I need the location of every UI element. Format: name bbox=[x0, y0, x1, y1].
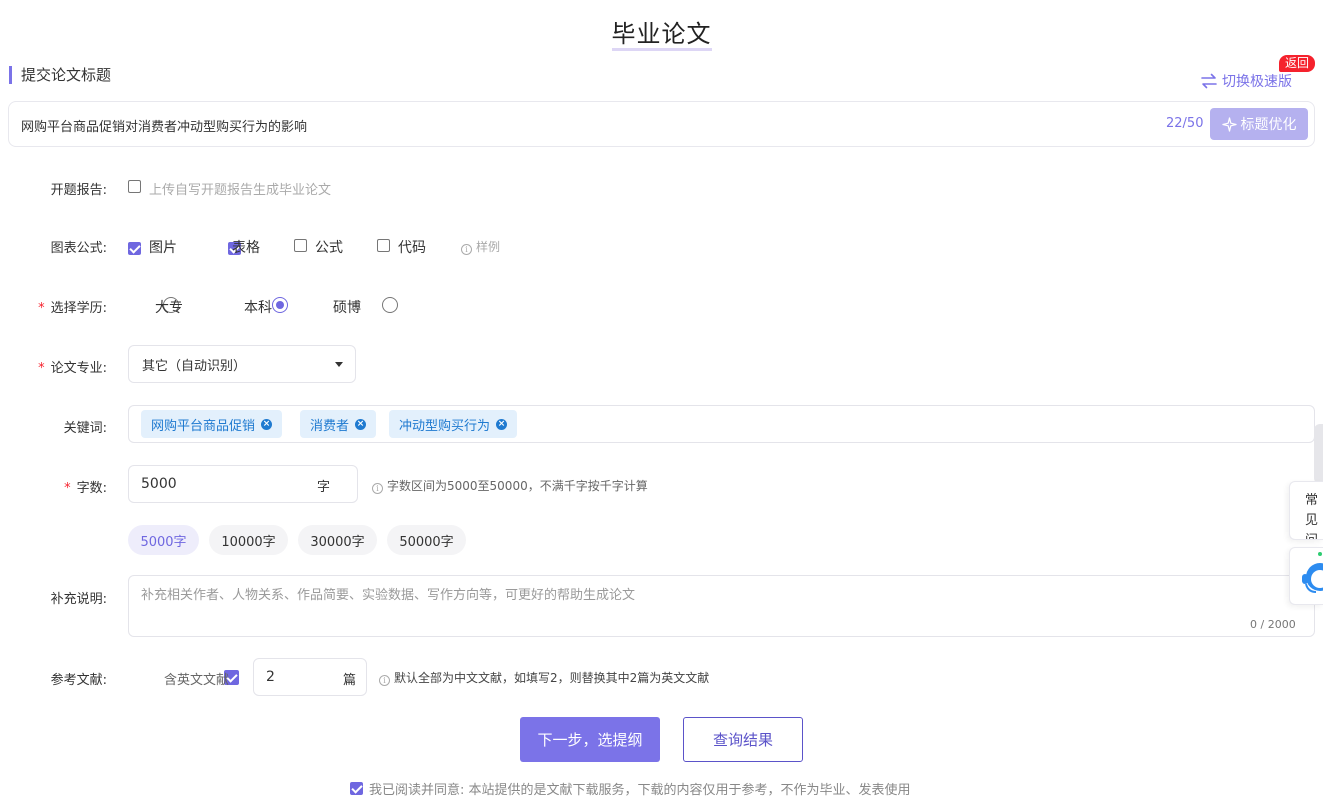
close-icon[interactable]: × bbox=[355, 418, 367, 430]
switch-label: 切换极速版 bbox=[1222, 74, 1292, 90]
figure-image-checkbox[interactable] bbox=[128, 242, 141, 255]
title-input[interactable]: 网购平台商品促销对消费者冲动型购买行为的影响 bbox=[21, 116, 307, 135]
figures-label: 图表公式: bbox=[50, 241, 107, 256]
keyword-tag: 网购平台商品促销 × bbox=[141, 410, 283, 438]
customer-service-icon bbox=[1302, 552, 1323, 593]
back-badge[interactable]: 返回 bbox=[1279, 55, 1316, 72]
degree-bachelor-label: 本科 bbox=[244, 300, 272, 316]
next-outline-button[interactable]: 下一步，选提纲 bbox=[520, 717, 660, 762]
degree-radio-bachelor[interactable] bbox=[272, 297, 289, 313]
faq-float-button[interactable]: 常见 问题 bbox=[1289, 481, 1323, 540]
supplement-label: 补充说明: bbox=[50, 592, 107, 607]
side-scroll-tab[interactable] bbox=[1314, 424, 1323, 484]
words-preset-5000[interactable]: 5000字 bbox=[128, 525, 199, 555]
keyword-tag: 冲动型购买行为 × bbox=[389, 410, 518, 438]
switch-fast-version-link[interactable]: 切换极速版 bbox=[1200, 71, 1292, 91]
words-input[interactable]: 5000 bbox=[141, 476, 177, 492]
proposal-option-text: 上传自写开题报告生成毕业论文 bbox=[149, 183, 332, 198]
words-preset-10000[interactable]: 10000字 bbox=[209, 525, 288, 555]
figure-image-label: 图片 bbox=[149, 240, 177, 256]
figure-code-label: 代码 bbox=[398, 240, 426, 256]
english-refs-input[interactable]: 2 bbox=[266, 669, 275, 685]
major-select-value: 其它（自动识别） bbox=[142, 358, 247, 374]
section-title: 提交论文标题 bbox=[9, 66, 111, 84]
title-char-count: 22/50 bbox=[1166, 116, 1204, 131]
major-label: * 论文专业: bbox=[38, 361, 107, 376]
close-icon[interactable]: × bbox=[261, 418, 273, 430]
caret-down-icon bbox=[335, 362, 343, 367]
query-result-button[interactable]: 查询结果 bbox=[683, 717, 803, 762]
agreement-checkbox[interactable] bbox=[350, 782, 363, 795]
optimize-label: 标题优化 bbox=[1240, 117, 1297, 133]
figure-formula-checkbox[interactable] bbox=[294, 239, 307, 252]
references-hint: i 默认全部为中文文献，如填写2，则替换其中2篇为英文文献 bbox=[379, 669, 709, 686]
proposal-label: 开题报告: bbox=[50, 183, 107, 198]
customer-service-float-button[interactable] bbox=[1289, 547, 1323, 605]
figure-code-checkbox[interactable] bbox=[377, 239, 390, 252]
title-optimize-button[interactable]: 标题优化 bbox=[1210, 108, 1308, 140]
keyword-tag: 消费者 × bbox=[300, 410, 377, 438]
proposal-checkbox[interactable] bbox=[128, 180, 141, 193]
supplement-placeholder: 补充相关作者、人物关系、作品简要、实验数据、写作方向等，可更好的帮助生成论文 bbox=[141, 588, 636, 603]
degree-radio-master[interactable] bbox=[381, 297, 398, 313]
info-icon: i bbox=[372, 483, 383, 494]
figure-sample-link[interactable]: i 样例 bbox=[461, 238, 500, 255]
words-label: * 字数: bbox=[64, 481, 107, 496]
words-preset-30000[interactable]: 30000字 bbox=[298, 525, 377, 555]
agreement: 我已阅读并同意: 本站提供的是文献下载服务，下载的内容仅用于参考，不作为毕业、发… bbox=[350, 779, 911, 798]
words-preset-50000[interactable]: 50000字 bbox=[387, 525, 466, 555]
english-refs-label: 含英文文献 bbox=[164, 673, 230, 688]
english-refs-unit: 篇 bbox=[343, 673, 357, 688]
degree-label: * 选择学历: bbox=[38, 301, 107, 316]
agreement-text: 我已阅读并同意: 本站提供的是文献下载服务，下载的内容仅用于参考，不作为毕业、发… bbox=[369, 783, 911, 798]
major-select[interactable]: 其它（自动识别） bbox=[128, 345, 356, 383]
words-hint: i 字数区间为5000至50000，不满千字按千字计算 bbox=[372, 477, 648, 494]
page-title: 毕业论文 bbox=[0, 14, 1323, 51]
figure-table-label: 表格 bbox=[232, 240, 260, 256]
info-icon: i bbox=[379, 675, 390, 686]
words-unit: 字 bbox=[317, 480, 331, 495]
info-icon: i bbox=[461, 244, 472, 255]
figure-formula-label: 公式 bbox=[315, 240, 343, 256]
supplement-char-count: 0 / 2000 bbox=[1250, 618, 1296, 631]
degree-master-label: 硕博 bbox=[333, 300, 361, 316]
sparkle-icon bbox=[1221, 116, 1237, 132]
degree-junior-label: 大专 bbox=[155, 300, 183, 316]
references-label: 参考文献: bbox=[50, 673, 107, 688]
swap-icon bbox=[1201, 73, 1217, 89]
keywords-label: 关键词: bbox=[63, 421, 107, 436]
close-icon[interactable]: × bbox=[496, 418, 508, 430]
